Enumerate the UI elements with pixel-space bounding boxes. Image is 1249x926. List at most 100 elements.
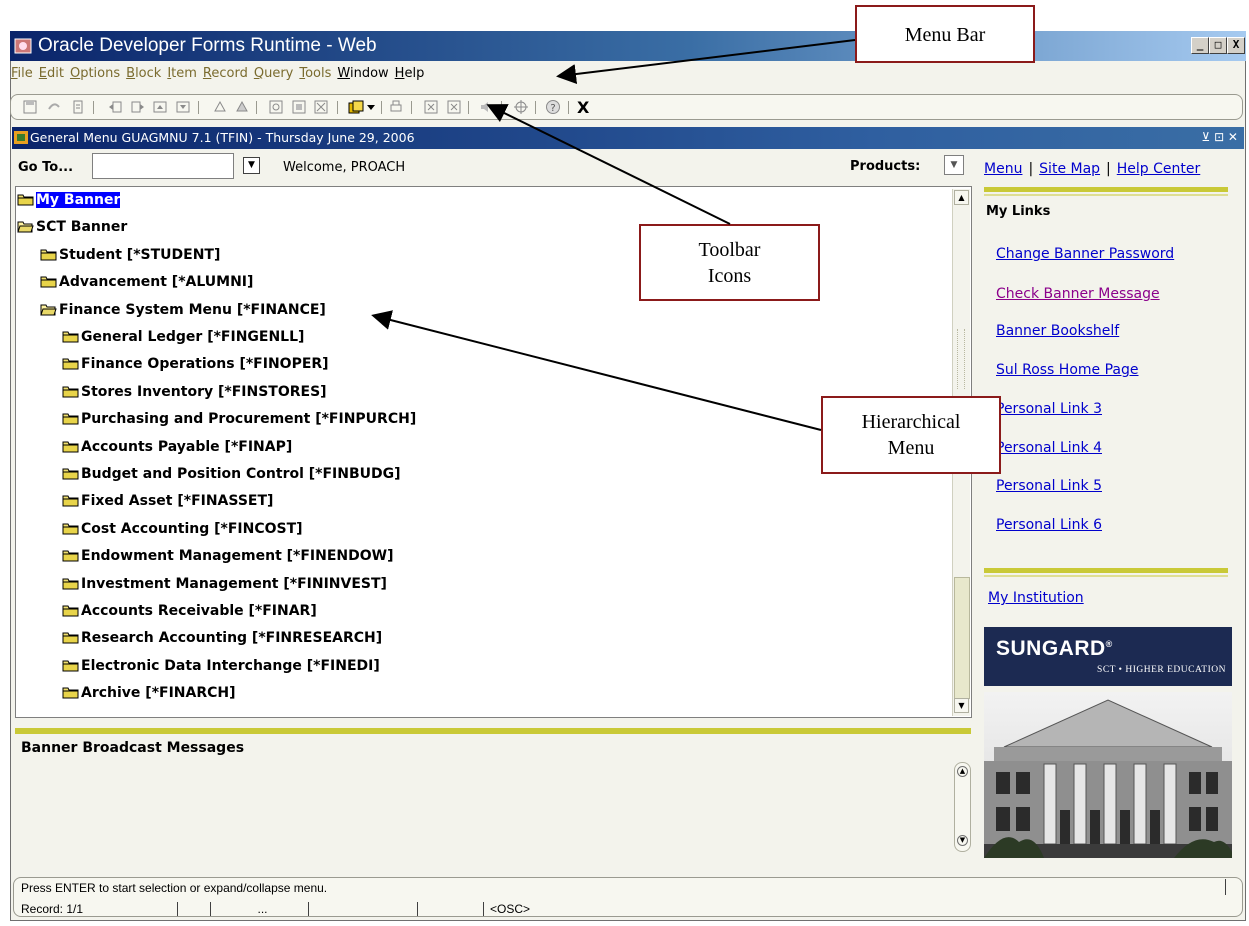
- menu-tools[interactable]: Tools: [299, 66, 331, 81]
- enter-query-icon[interactable]: [268, 99, 284, 115]
- menu-window[interactable]: Window: [337, 66, 388, 81]
- tree-item-label[interactable]: General Ledger [*FINGENLL]: [81, 329, 304, 345]
- exit-button[interactable]: X: [577, 98, 589, 117]
- previous-record-icon[interactable]: [152, 99, 168, 115]
- previous-block-icon[interactable]: [107, 99, 123, 115]
- print-icon[interactable]: [70, 99, 86, 115]
- dropdown-arrow-icon[interactable]: [367, 105, 375, 110]
- crosshair-icon[interactable]: [513, 99, 529, 115]
- callout-line: Hierarchical: [861, 411, 961, 433]
- products-label: Products:: [850, 159, 921, 174]
- menu-link[interactable]: Menu: [984, 161, 1022, 177]
- tree-item[interactable]: Advancement [*ALUMNI]: [40, 274, 253, 296]
- my-institution-link[interactable]: My Institution: [988, 590, 1084, 606]
- broadcast-scrollbar[interactable]: ▲ ▼: [954, 762, 971, 852]
- extract-icon[interactable]: [423, 99, 439, 115]
- close-button[interactable]: X: [1227, 37, 1245, 54]
- tree-item[interactable]: General Ledger [*FINGENLL]: [62, 329, 304, 351]
- execute-query-icon[interactable]: [291, 99, 307, 115]
- goto-dropdown-button[interactable]: ▼: [243, 157, 260, 174]
- form-window-controls[interactable]: ⊻ ⊡ ✕: [1201, 130, 1238, 144]
- maximize-button[interactable]: □: [1209, 37, 1227, 54]
- sidebar-link[interactable]: Banner Bookshelf: [996, 323, 1119, 339]
- tree-item[interactable]: Accounts Payable [*FINAP]: [62, 439, 292, 461]
- tree-item-label[interactable]: Accounts Payable [*FINAP]: [81, 439, 292, 455]
- status-message: Press ENTER to start selection or expand…: [21, 881, 328, 895]
- menu-record[interactable]: Record: [203, 66, 248, 81]
- tree-item[interactable]: Endowment Management [*FINENDOW]: [62, 548, 394, 570]
- site-map-link[interactable]: Site Map: [1039, 161, 1100, 177]
- next-block-icon[interactable]: [130, 99, 146, 115]
- tree-item-label[interactable]: Fixed Asset [*FINASSET]: [81, 493, 273, 509]
- tree-item[interactable]: Archive [*FINARCH]: [62, 685, 236, 707]
- open-folder-icon[interactable]: [348, 99, 364, 115]
- goto-input[interactable]: [92, 153, 234, 179]
- tree-item-label[interactable]: Archive [*FINARCH]: [81, 685, 236, 701]
- tree-item-label[interactable]: Cost Accounting [*FINCOST]: [81, 521, 303, 537]
- tree-item-label[interactable]: SCT Banner: [36, 219, 127, 235]
- tree-item-label[interactable]: Research Accounting [*FINRESEARCH]: [81, 630, 382, 646]
- sidebar-link[interactable]: Personal Link 6: [996, 517, 1102, 533]
- tree-item[interactable]: Finance System Menu [*FINANCE]: [40, 302, 326, 324]
- rollback-icon[interactable]: [46, 99, 62, 115]
- tree-item-label[interactable]: Student [*STUDENT]: [59, 247, 220, 263]
- menu-item[interactable]: Item: [167, 66, 197, 81]
- menu-options[interactable]: Options: [70, 66, 120, 81]
- tree-item[interactable]: Research Accounting [*FINRESEARCH]: [62, 630, 382, 652]
- menu-edit[interactable]: Edit: [39, 66, 64, 81]
- tree-item[interactable]: Accounts Receivable [*FINAR]: [62, 603, 317, 625]
- sidebar-link[interactable]: Personal Link 3: [996, 401, 1102, 417]
- print-icon[interactable]: [388, 99, 404, 115]
- tree-item-label[interactable]: Endowment Management [*FINENDOW]: [81, 548, 394, 564]
- tree-item-label[interactable]: Budget and Position Control [*FINBUDG]: [81, 466, 401, 482]
- sidebar-link[interactable]: Personal Link 5: [996, 478, 1102, 494]
- scroll-down-arrow-icon[interactable]: ▼: [957, 835, 968, 846]
- insert-record-icon[interactable]: [212, 99, 228, 115]
- tree-item-label[interactable]: Electronic Data Interchange [*FINEDI]: [81, 658, 380, 674]
- toolbar: ? X: [10, 94, 1243, 120]
- tree-item[interactable]: Finance Operations [*FINOPER]: [62, 356, 329, 378]
- tree-item[interactable]: Investment Management [*FININVEST]: [62, 576, 387, 598]
- tree-item[interactable]: Cost Accounting [*FINCOST]: [62, 521, 303, 543]
- tree-item-label[interactable]: My Banner: [36, 192, 121, 208]
- sidebar-link[interactable]: Change Banner Password: [996, 246, 1174, 262]
- tree-item-label[interactable]: Purchasing and Procurement [*FINPURCH]: [81, 411, 416, 427]
- tree-item-label[interactable]: Finance System Menu [*FINANCE]: [59, 302, 326, 318]
- window-title-bar[interactable]: Oracle Developer Forms Runtime - Web _ □…: [10, 31, 1246, 61]
- next-record-icon[interactable]: [175, 99, 191, 115]
- minimize-button[interactable]: _: [1191, 37, 1209, 54]
- sidebar-link[interactable]: Personal Link 4: [996, 440, 1102, 456]
- tree-item-label[interactable]: Stores Inventory [*FINSTORES]: [81, 384, 327, 400]
- scroll-thumb[interactable]: [954, 577, 970, 699]
- scroll-up-arrow-icon[interactable]: ▲: [957, 766, 968, 777]
- save-icon[interactable]: [22, 99, 38, 115]
- export-icon[interactable]: [446, 99, 462, 115]
- tree-item[interactable]: Student [*STUDENT]: [40, 247, 220, 269]
- menu-help[interactable]: Help: [395, 66, 425, 81]
- tree-item-label[interactable]: Advancement [*ALUMNI]: [59, 274, 253, 290]
- sungard-logo[interactable]: SUNGARD® SCT • HIGHER EDUCATION: [984, 627, 1232, 686]
- products-dropdown-button[interactable]: ▼: [944, 155, 964, 175]
- help-icon[interactable]: ?: [545, 99, 561, 115]
- sidebar-link[interactable]: Check Banner Message: [996, 286, 1160, 302]
- help-center-link[interactable]: Help Center: [1117, 161, 1201, 177]
- speaker-icon[interactable]: [478, 99, 494, 115]
- tree-item[interactable]: Stores Inventory [*FINSTORES]: [62, 384, 327, 406]
- tree-item-label[interactable]: Finance Operations [*FINOPER]: [81, 356, 329, 372]
- tree-item-label[interactable]: Investment Management [*FININVEST]: [81, 576, 387, 592]
- sidebar-link[interactable]: Sul Ross Home Page: [996, 362, 1139, 378]
- tree-item[interactable]: SCT Banner: [17, 219, 127, 241]
- tree-item-label[interactable]: Accounts Receivable [*FINAR]: [81, 603, 317, 619]
- scroll-up-arrow-icon[interactable]: ▲: [954, 190, 969, 205]
- tree-item[interactable]: Budget and Position Control [*FINBUDG]: [62, 466, 401, 488]
- menu-file[interactable]: File: [11, 66, 33, 81]
- tree-item[interactable]: Fixed Asset [*FINASSET]: [62, 493, 273, 515]
- menu-block[interactable]: Block: [126, 66, 161, 81]
- delete-record-icon[interactable]: [234, 99, 250, 115]
- tree-item[interactable]: My Banner: [17, 192, 121, 214]
- tree-item[interactable]: Purchasing and Procurement [*FINPURCH]: [62, 411, 416, 433]
- scroll-down-arrow-icon[interactable]: ▼: [954, 698, 969, 713]
- tree-item[interactable]: Electronic Data Interchange [*FINEDI]: [62, 658, 380, 680]
- cancel-query-icon[interactable]: [313, 99, 329, 115]
- menu-query[interactable]: Query: [254, 66, 294, 81]
